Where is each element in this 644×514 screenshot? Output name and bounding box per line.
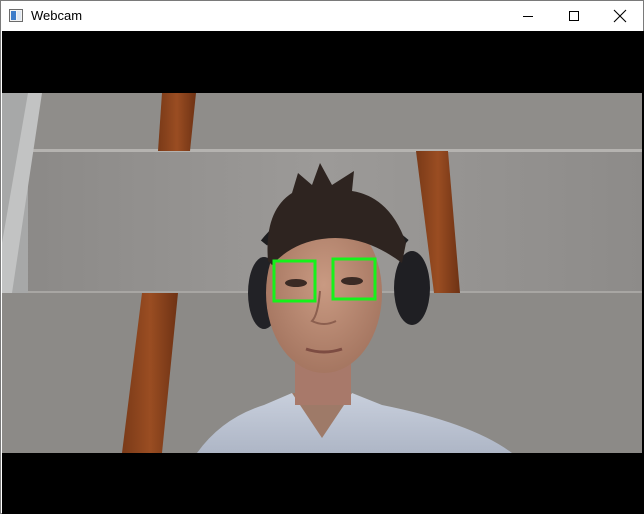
window-title: Webcam <box>31 8 83 23</box>
minimize-button[interactable] <box>505 1 551 31</box>
webcam-feed <box>2 93 642 453</box>
webcam-window: Webcam <box>0 0 644 514</box>
minimize-icon <box>523 15 533 17</box>
close-button[interactable] <box>597 1 643 31</box>
app-window-icon[interactable] <box>9 9 23 22</box>
maximize-icon <box>569 11 579 21</box>
maximize-button[interactable] <box>551 1 597 31</box>
webcam-frame-image <box>2 93 642 453</box>
close-icon <box>613 9 627 23</box>
title-bar[interactable]: Webcam <box>1 1 643 31</box>
